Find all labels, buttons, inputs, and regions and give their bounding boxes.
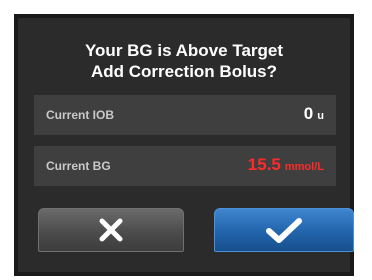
current-bg-value: 15.5 mmol/L [248,153,324,179]
pump-screen: Your BG is Above Target Add Correction B… [0,0,372,280]
current-iob-label: Current IOB [46,108,115,122]
current-bg-row: Current BG 15.5 mmol/L [34,146,336,186]
dialog-title-line-1: Your BG is Above Target [84,41,284,60]
current-iob-row: Current IOB 0u [34,95,336,135]
dialog-title-line-2: Add Correction Bolus? [90,62,278,81]
x-icon [99,218,123,242]
current-bg-number: 15.5 [247,155,281,174]
current-bg-unit: mmol/L [284,161,324,173]
cancel-button[interactable] [38,208,184,252]
confirm-button[interactable] [214,208,354,252]
checkmark-icon [266,218,302,243]
current-iob-number: 0 [303,104,314,123]
dialog-title: Your BG is Above Target Add Correction B… [18,40,350,82]
current-iob-unit: u [317,110,324,122]
current-iob-value: 0u [304,102,324,128]
current-bg-label: Current BG [46,159,111,173]
